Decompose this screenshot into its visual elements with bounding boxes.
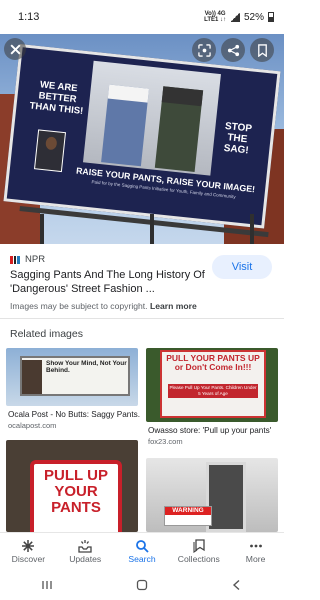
asterisk-icon [22,540,35,552]
nav-more[interactable]: More [227,533,284,570]
learn-more-link[interactable]: Learn more [150,301,197,311]
billboard-right-text: STOP THE SAG! [223,120,253,157]
sign-title: PULL UP YOUR PANTS [44,467,108,516]
related-image-store[interactable]: WARNING [146,458,278,532]
status-icons: Vo)) 4G LTE1 ↓↑ 52% [204,11,274,23]
back-button[interactable] [217,573,257,597]
network-indicator: Vo)) 4G LTE1 ↓↑ [204,11,226,23]
nav-discover[interactable]: Discover [0,533,57,570]
nav-search[interactable]: Search [114,533,171,570]
related-heading: Related images [10,328,83,340]
recents-icon [42,581,52,589]
pants-figure [154,86,204,172]
billboard-photo [82,60,221,176]
billboard-left-text: WE ARE BETTER THAN THIS! [29,79,84,117]
close-icon [9,43,21,55]
nav-collections[interactable]: Collections [170,533,227,570]
recents-button[interactable] [27,573,67,597]
door [206,462,246,532]
back-icon [232,579,240,591]
billboard-support [40,214,44,244]
divider [0,318,284,319]
bookmark-icon [257,43,267,57]
sign: PULL YOUR PANTS UP or Don't Come In!!! P… [160,350,266,418]
result-title[interactable]: Sagging Pants And The Long History Of 'D… [10,268,205,296]
share-icon [227,44,239,56]
pants-figure [101,84,150,167]
save-button[interactable] [250,38,274,62]
status-time: 1:13 [18,11,40,23]
lens-icon [197,43,211,57]
related-image-sign[interactable]: PULL UP YOUR PANTS [6,440,138,532]
copyright-notice: Images may be subject to copyright. Lear… [10,301,197,311]
billboard-support [150,214,154,244]
battery-percent: 52% [243,11,264,23]
hero-image[interactable]: WE ARE BETTER THAN THIS! STOP THE SAG! R… [0,34,284,244]
status-bar: 1:13 Vo)) 4G LTE1 ↓↑ 52% [0,0,284,34]
more-icon [249,544,262,548]
npr-logo-icon [10,255,21,264]
updates-icon [78,540,92,553]
sign: PULL UP YOUR PANTS [30,460,122,532]
related-image-owasso[interactable]: PULL YOUR PANTS UP or Don't Come In!!! P… [146,348,278,422]
share-button[interactable] [221,38,245,62]
system-nav [0,570,284,600]
battery-icon [268,12,274,22]
signal-icon [229,12,240,22]
related-caption[interactable]: Owasso store: 'Pull up your pants' [148,426,280,435]
related-image-text: Show Your Mind, Not Your Behind. [46,360,127,374]
home-button[interactable] [122,573,162,597]
warning-sign: WARNING [164,506,212,526]
source-name: NPR [25,254,46,265]
related-image-ocala[interactable]: Show Your Mind, Not Your Behind. [6,348,138,406]
bookmark-icon [193,539,205,553]
billboard-support [250,214,254,244]
related-source: ocalapost.com [8,421,57,430]
portrait [33,129,67,173]
sign-text: Please Pull Up Your Pants. Children Unde… [168,384,258,398]
nav-updates[interactable]: Updates [57,533,114,570]
sign-title: PULL YOUR PANTS UP or Don't Come In!!! [166,353,260,372]
related-source: fox23.com [148,437,183,446]
source-row[interactable]: NPR [10,254,45,265]
billboard: WE ARE BETTER THAN THIS! STOP THE SAG! R… [3,44,281,229]
close-button[interactable] [4,38,26,60]
person-figure [22,360,42,394]
visit-button[interactable]: Visit [212,255,272,279]
bottom-nav: Discover Updates Search Collections More [0,532,284,570]
related-caption[interactable]: Ocala Post - No Butts: Saggy Pants... [8,410,140,419]
lens-button[interactable] [192,38,216,62]
home-icon [136,579,148,591]
search-icon [136,540,149,553]
